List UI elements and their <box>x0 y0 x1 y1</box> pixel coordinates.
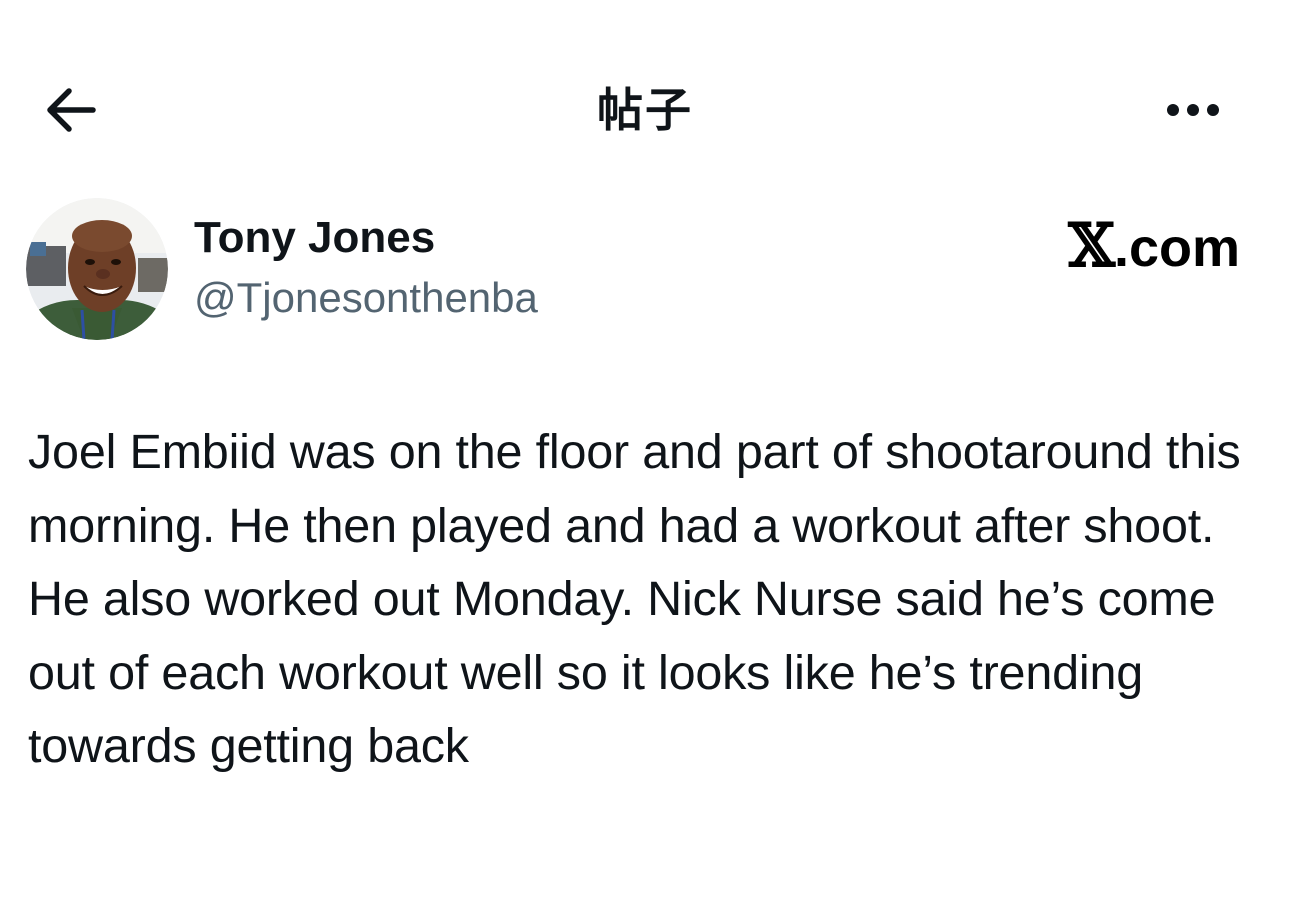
avatar-photo <box>26 198 168 340</box>
x-logo-icon: 𝕏 <box>1068 211 1115 281</box>
tweet-author: Tony Jones @Tjonesonthenba 𝕏 .com <box>26 196 1266 342</box>
watermark-domain: .com <box>1113 218 1240 278</box>
more-horizontal-icon <box>1167 104 1219 116</box>
x-com-watermark: 𝕏 .com <box>1068 214 1240 280</box>
top-navigation-bar: 帖子 <box>0 60 1290 160</box>
author-handle[interactable]: @Tjonesonthenba <box>194 272 538 324</box>
author-name[interactable]: Tony Jones <box>194 210 435 266</box>
avatar[interactable] <box>26 198 168 340</box>
page-title: 帖子 <box>597 83 693 137</box>
more-options-button[interactable] <box>1158 82 1228 138</box>
tweet-text: Joel Embiid was on the floor and part of… <box>28 425 1241 773</box>
